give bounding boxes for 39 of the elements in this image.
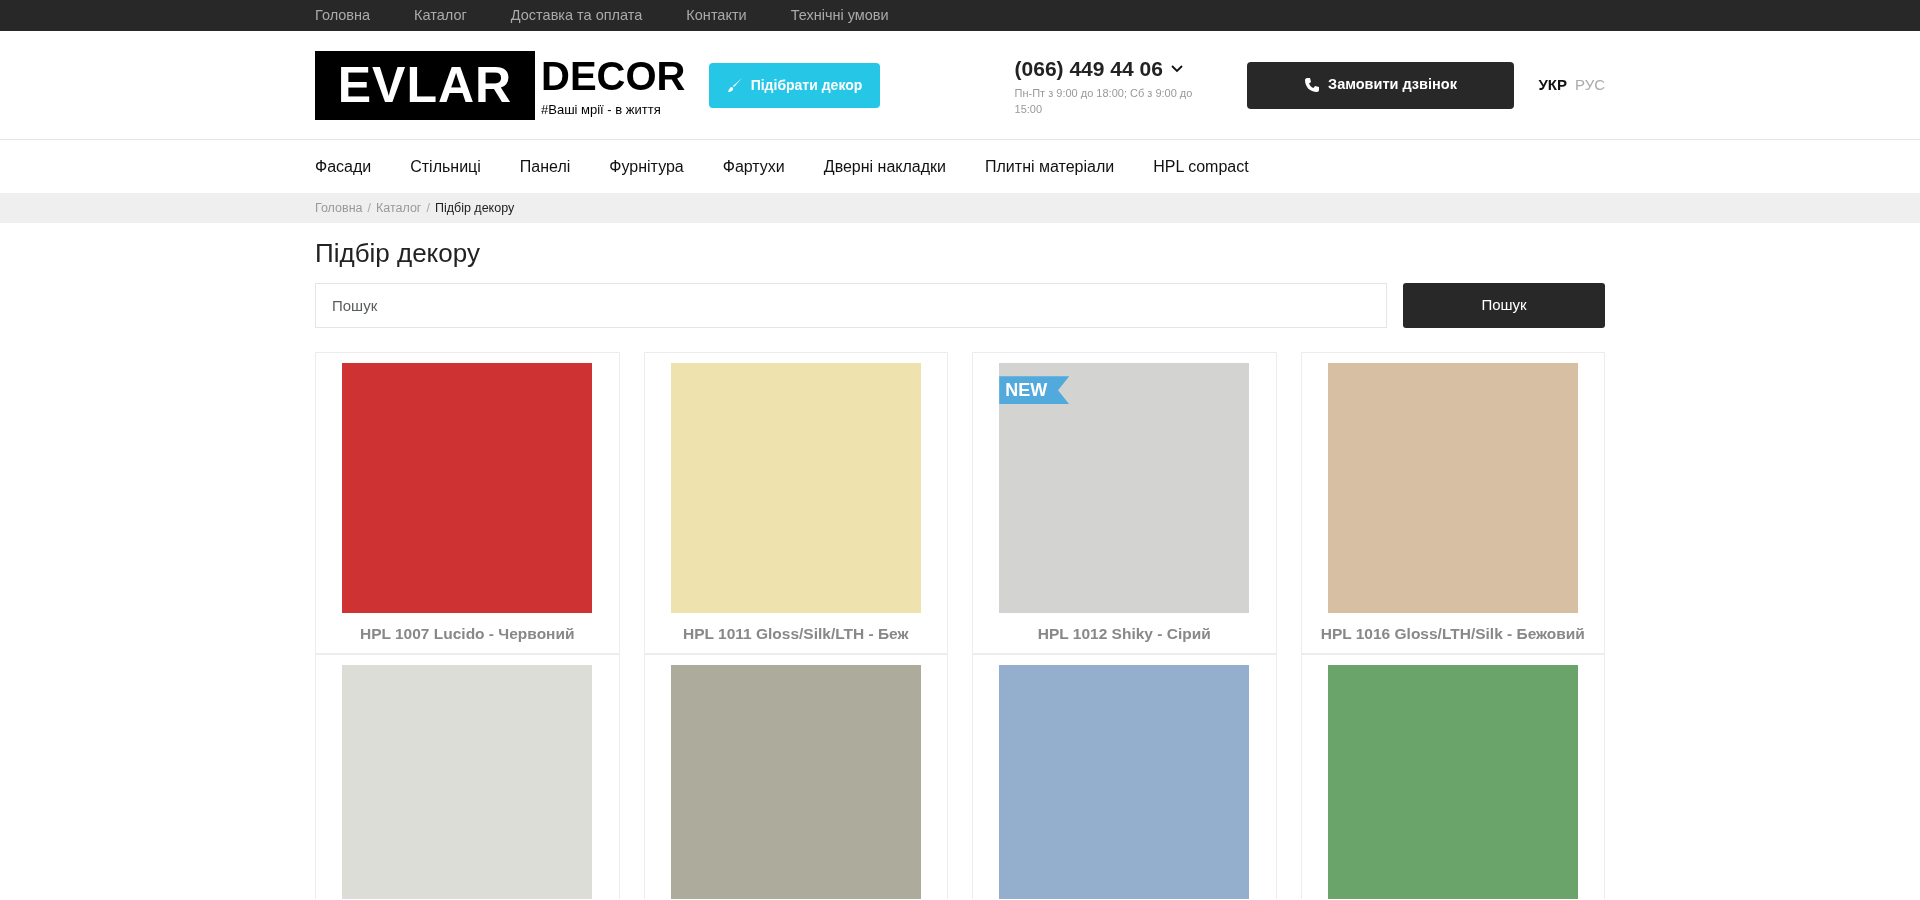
- chevron-down-icon[interactable]: [1170, 65, 1183, 73]
- product-name[interactable]: HPL 1011 Gloss/Silk/LTH - Беж: [683, 622, 909, 646]
- language-link[interactable]: УКР: [1538, 73, 1567, 97]
- product-name[interactable]: HPL 1016 Gloss/LTH/Silk - Бежовий: [1320, 622, 1585, 646]
- product-name[interactable]: HPL 1007 Lucido - Червоний: [359, 622, 575, 646]
- breadcrumb-separator: /: [367, 199, 371, 217]
- product-card[interactable]: HPL 1011 Gloss/Silk/LTH - Беж: [643, 352, 948, 655]
- top-menu-link[interactable]: Технічні умови: [790, 7, 889, 23]
- top-menu-link[interactable]: Контакти: [686, 7, 747, 23]
- main-menu-link[interactable]: Фартухи: [722, 154, 785, 179]
- main-menu-link[interactable]: Стільниці: [410, 154, 481, 179]
- top-menu-link[interactable]: Каталог: [414, 7, 467, 23]
- phone-icon: [1304, 77, 1321, 93]
- top-menu-link[interactable]: Доставка та оплата: [510, 7, 643, 23]
- product-card[interactable]: [972, 654, 1277, 899]
- main-menu-link[interactable]: Панелі: [519, 154, 571, 179]
- search-field[interactable]: Пошук: [315, 283, 1387, 329]
- product-name[interactable]: HPL 1012 Shiky - Сірий: [1037, 622, 1211, 646]
- main-menu-link[interactable]: Дверні накладки: [823, 154, 947, 179]
- working-hours: Пн-Пт з 9:00 до 18:00; Сб з 9:00 до 15:00: [1014, 85, 1194, 117]
- breadcrumb-separator: /: [426, 199, 430, 217]
- main-menu-link[interactable]: Плитні матеріали: [985, 154, 1115, 179]
- product-card[interactable]: NEW HPL 1012 Shiky - Сірий: [972, 352, 1277, 655]
- order-call-button[interactable]: Замовити дзвінок: [1246, 61, 1515, 109]
- main-menu-link[interactable]: Фасади: [315, 154, 372, 179]
- breadcrumb-current: Підбір декору: [434, 199, 515, 217]
- phone-number[interactable]: (066) 449 44 06: [1014, 53, 1215, 85]
- brush-icon: [726, 77, 743, 93]
- product-card[interactable]: [315, 654, 620, 899]
- main-menu-link[interactable]: Фурнітура: [609, 154, 684, 179]
- main-menu-link[interactable]: HPL compact: [1153, 154, 1249, 179]
- product-card[interactable]: HPL 1007 Lucido - Червоний: [315, 352, 620, 655]
- product-card[interactable]: HPL 1016 Gloss/LTH/Silk - Бежовий: [1300, 352, 1605, 655]
- product-card[interactable]: [643, 654, 948, 899]
- new-ribbon: NEW: [999, 376, 1070, 405]
- page-title: Підбір декору: [315, 238, 481, 270]
- top-menu-link[interactable]: Головна: [315, 7, 371, 23]
- search-button[interactable]: Пошук: [1403, 283, 1605, 329]
- product-card[interactable]: [1300, 654, 1605, 899]
